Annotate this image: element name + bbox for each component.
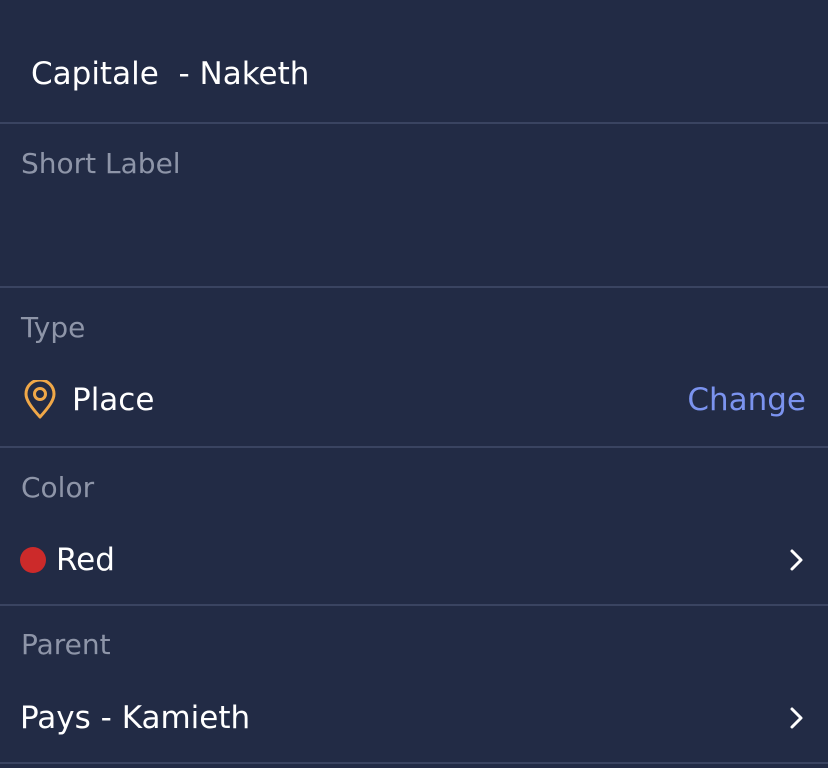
chevron-right-icon[interactable] bbox=[786, 546, 806, 574]
page-title: Capitale - Naketh bbox=[31, 56, 310, 92]
title-section: Capitale - Naketh bbox=[0, 0, 828, 124]
color-swatch bbox=[20, 547, 46, 573]
color-label: Color bbox=[21, 471, 95, 504]
type-row: Place Change bbox=[20, 380, 806, 420]
color-row[interactable]: Red bbox=[20, 540, 806, 580]
color-field[interactable]: Color Red bbox=[0, 448, 828, 606]
color-value: Red bbox=[56, 542, 115, 578]
type-label: Type bbox=[21, 311, 86, 344]
chevron-right-icon[interactable] bbox=[786, 704, 806, 732]
parent-row[interactable]: Pays - Kamieth bbox=[20, 698, 806, 738]
short-label-label: Short Label bbox=[21, 147, 181, 180]
parent-field[interactable]: Parent Pays - Kamieth bbox=[0, 606, 828, 764]
type-value: Place bbox=[72, 382, 155, 418]
map-pin-icon bbox=[22, 380, 58, 420]
short-label-field[interactable]: Short Label bbox=[0, 124, 828, 288]
change-type-button[interactable]: Change bbox=[687, 380, 806, 420]
parent-value: Pays - Kamieth bbox=[20, 700, 251, 736]
parent-label: Parent bbox=[21, 628, 111, 661]
type-field: Type Place Change bbox=[0, 288, 828, 448]
